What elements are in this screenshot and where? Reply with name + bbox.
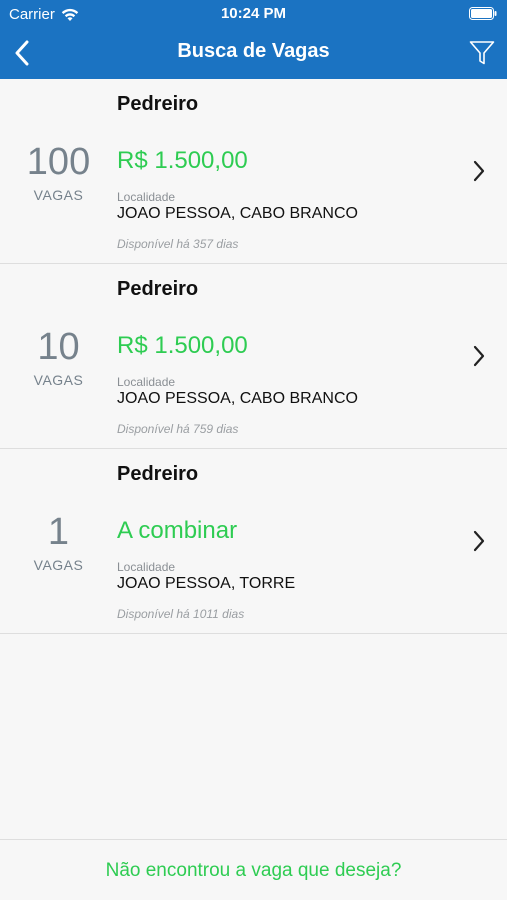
job-title: Pedreiro: [117, 278, 199, 300]
available-since: Disponível há 357 dias: [117, 237, 239, 251]
job-title: Pedreiro: [117, 93, 199, 115]
chevron-right-icon: [473, 160, 485, 182]
vacancy-count-label: VAGAS: [33, 557, 84, 573]
filter-button[interactable]: [467, 38, 497, 68]
vacancy-count: 10: [37, 326, 80, 368]
vacancy-count-label: VAGAS: [33, 187, 84, 203]
location-value: JOAO PESSOA, TORRE: [117, 575, 296, 592]
job-row[interactable]: Pedreiro 100 VAGAS R$ 1.500,00 Localidad…: [0, 79, 507, 264]
app-header: Carrier 10:24 PM Busca de Vagas: [0, 0, 507, 79]
filter-icon: [469, 41, 495, 65]
location-value: JOAO PESSOA, CABO BRANCO: [117, 205, 358, 222]
job-salary: R$ 1.500,00: [117, 147, 248, 174]
available-since: Disponível há 759 dias: [117, 422, 239, 436]
job-row[interactable]: Pedreiro 10 VAGAS R$ 1.500,00 Localidade…: [0, 264, 507, 449]
chevron-right-icon: [473, 345, 485, 367]
location-label: Localidade: [117, 375, 176, 389]
available-since: Disponível há 1011 dias: [117, 607, 245, 621]
page-title: Busca de Vagas: [177, 40, 330, 62]
job-title: Pedreiro: [117, 463, 199, 485]
job-row[interactable]: Pedreiro 1 VAGAS A combinar Localidade J…: [0, 449, 507, 634]
battery-icon: [469, 7, 497, 20]
status-time: 10:24 PM: [220, 5, 287, 22]
vacancy-count-label: VAGAS: [33, 372, 84, 388]
status-bar: Carrier 10:24 PM: [0, 0, 507, 28]
job-list: Pedreiro 100 VAGAS R$ 1.500,00 Localidad…: [0, 79, 507, 634]
chevron-right-icon: [473, 530, 485, 552]
vacancy-count: 100: [26, 141, 91, 183]
not-found-link[interactable]: Não encontrou a vaga que deseja?: [106, 860, 402, 882]
job-salary: A combinar: [117, 517, 238, 544]
job-salary: R$ 1.500,00: [117, 332, 248, 359]
location-value: JOAO PESSOA, CABO BRANCO: [117, 390, 358, 407]
nav-bar: Busca de Vagas: [0, 28, 507, 79]
footer: Não encontrou a vaga que deseja?: [0, 839, 507, 900]
vacancy-count: 1: [47, 511, 70, 553]
location-label: Localidade: [117, 560, 176, 574]
location-label: Localidade: [117, 190, 176, 204]
